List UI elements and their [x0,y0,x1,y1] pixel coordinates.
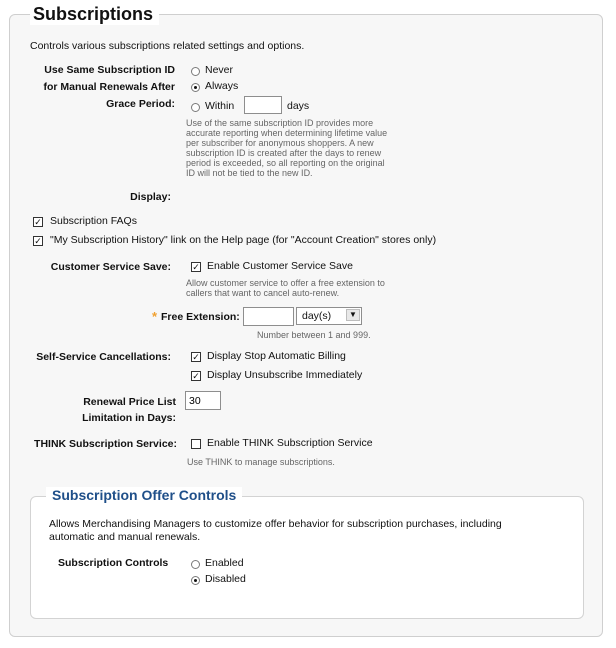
enabled-radio[interactable] [191,560,200,569]
same-sub-id-help: Use of the same subscription ID provides… [186,118,387,178]
think-help: Use THINK to manage subscriptions. [187,457,335,467]
offer-controls-desc-line2: automatic and manual renewals. [49,531,201,543]
help-line: accurate reporting when determining life… [186,128,388,138]
renewal-price-label-line2: Limitation in Days: [82,412,176,424]
think-checkbox[interactable] [191,439,201,449]
self-service-label: Self-Service Cancellations: [36,351,171,363]
never-radio-label: Never [205,64,234,76]
help-line: per subscriber for anonymous shoppers. A… [186,138,374,148]
offer-controls-desc-line1: Allows Merchandising Managers to customi… [49,518,502,530]
always-radio[interactable] [191,83,200,92]
display-label: Display: [130,191,171,203]
renewal-price-input[interactable] [185,391,221,410]
free-extension-unit-select[interactable]: day(s) ▼ [296,307,362,325]
disabled-radio[interactable] [191,576,200,585]
help-line: callers that want to cancel auto-renew. [186,288,340,298]
same-sub-id-label-line3: Grace Period: [106,98,175,110]
stop-billing-label: Display Stop Automatic Billing [207,350,346,362]
same-sub-id-label-line1: Use Same Subscription ID [44,64,175,76]
unsubscribe-checkbox[interactable]: ✓ [191,371,201,381]
renewal-price-label-line1: Renewal Price List [83,396,176,408]
think-checkbox-label: Enable THINK Subscription Service [207,437,373,449]
history-link-checkbox[interactable]: ✓ [33,236,43,246]
offer-controls-title: Subscription Offer Controls [46,487,243,503]
customer-service-checkbox-label: Enable Customer Service Save [207,260,353,272]
subscription-controls-label: Subscription Controls [58,557,169,569]
customer-service-checkbox[interactable]: ✓ [191,262,201,272]
stop-billing-checkbox[interactable]: ✓ [191,352,201,362]
help-line: ID will not be tied to the new ID. [186,168,313,178]
days-label: days [287,100,310,112]
required-star: * [152,309,158,324]
within-radio-label: Within [205,100,235,112]
unsubscribe-label: Display Unsubscribe Immediately [207,369,363,381]
think-label: THINK Subscription Service: [34,438,177,450]
free-extension-label: Free Extension: [161,311,240,323]
chevron-down-icon[interactable]: ▼ [346,309,360,321]
help-line: subscription ID is created after the day… [186,148,382,158]
never-radio[interactable] [191,67,200,76]
disabled-radio-label: Disabled [205,573,246,585]
within-radio[interactable] [191,103,200,112]
section-description: Controls various subscriptions related s… [30,40,305,52]
same-sub-id-label-line2: for Manual Renewals After [43,81,175,93]
free-extension-help: Number between 1 and 999. [257,330,371,340]
unit-selected-value: day(s) [302,310,332,322]
help-line: Use of the same subscription ID provides… [186,118,374,128]
always-radio-label: Always [205,80,239,92]
enabled-radio-label: Enabled [205,557,244,569]
customer-service-help: Allow customer service to offer a free e… [186,278,385,298]
history-link-label: "My Subscription History" link on the He… [50,234,437,246]
help-line: Allow customer service to offer a free e… [186,278,385,288]
help-line: period is exceeded, so all reporting on … [186,158,385,168]
free-extension-input[interactable] [243,307,294,326]
customer-service-label: Customer Service Save: [50,261,171,273]
within-days-input[interactable] [244,96,282,114]
faqs-checkbox[interactable]: ✓ [33,217,43,227]
faqs-label: Subscription FAQs [50,215,137,227]
page-title: Subscriptions [30,4,160,25]
